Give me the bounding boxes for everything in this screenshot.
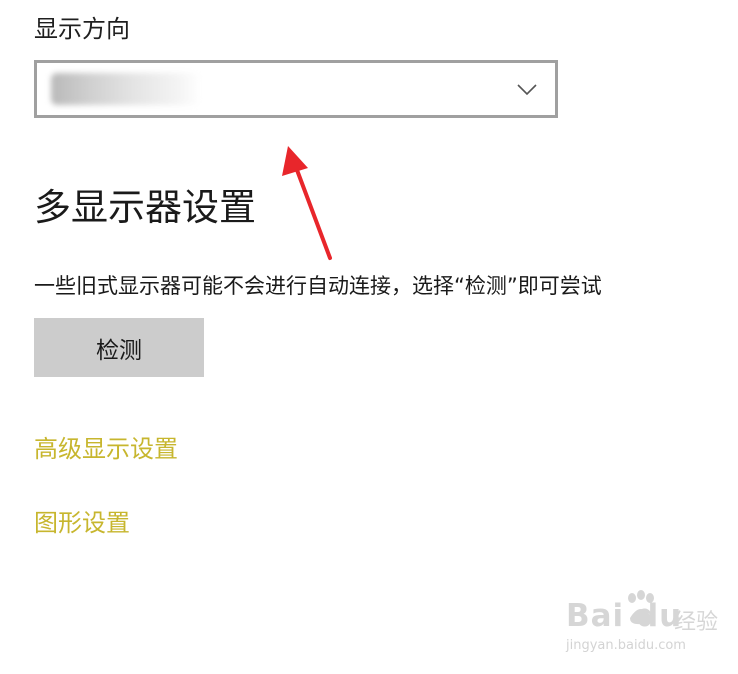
jingyan-text: 经验 (674, 610, 719, 635)
chevron-down-icon (517, 84, 537, 96)
multi-display-heading: 多显示器设置 (34, 186, 256, 229)
display-orientation-label: 显示方向 (34, 15, 130, 43)
graphics-settings-link[interactable]: 图形设置 (34, 506, 130, 540)
watermark-url: jingyan.baidu.com (566, 638, 686, 653)
dropdown-blurred-value (51, 73, 201, 105)
detect-button[interactable]: 检测 (34, 318, 204, 377)
baidu-paw-icon (628, 590, 654, 625)
detect-description: 一些旧式显示器可能不会进行自动连接，选择“检测”即可尝试 (34, 274, 602, 298)
display-orientation-dropdown[interactable] (34, 60, 558, 118)
red-annotation-arrow-icon (282, 146, 332, 260)
advanced-display-settings-link[interactable]: 高级显示设置 (34, 432, 178, 466)
baidu-jingyan-watermark: Bai du 经验 jingyan.baidu.com (566, 590, 719, 660)
